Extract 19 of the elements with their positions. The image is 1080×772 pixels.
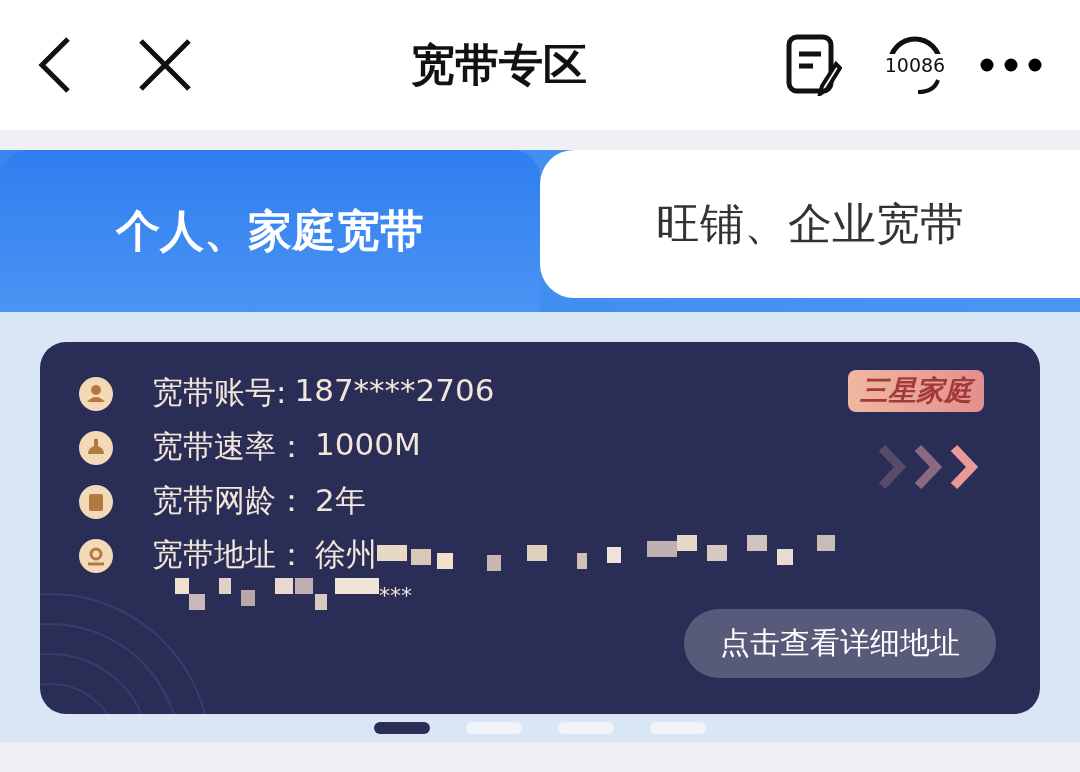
field-value: 徐州 xyxy=(315,535,377,574)
field-label: 宽带账号: xyxy=(152,373,287,412)
location-pin-icon xyxy=(78,538,114,574)
field-value: 2年 xyxy=(315,481,366,520)
field-value: 187****2706 xyxy=(294,372,495,408)
view-address-button[interactable]: 点击查看详细地址 xyxy=(684,609,996,678)
more-icon[interactable] xyxy=(980,58,1042,72)
edit-note-icon[interactable] xyxy=(786,34,842,96)
field-label: 宽带网龄： xyxy=(152,481,307,520)
person-icon xyxy=(78,376,114,412)
field-value: 1000M xyxy=(315,426,421,462)
page-title: 宽带专区 xyxy=(410,37,588,92)
back-icon[interactable] xyxy=(38,35,72,95)
field-label: 宽带地址： xyxy=(152,535,307,574)
level-badge: 三星家庭 xyxy=(848,370,984,412)
tab[interactable]: 旺铺、企业宽带 xyxy=(540,150,1080,298)
address-tail: *** xyxy=(379,582,412,608)
field-label: 宽带速率： xyxy=(152,427,307,466)
close-icon[interactable] xyxy=(138,38,192,92)
